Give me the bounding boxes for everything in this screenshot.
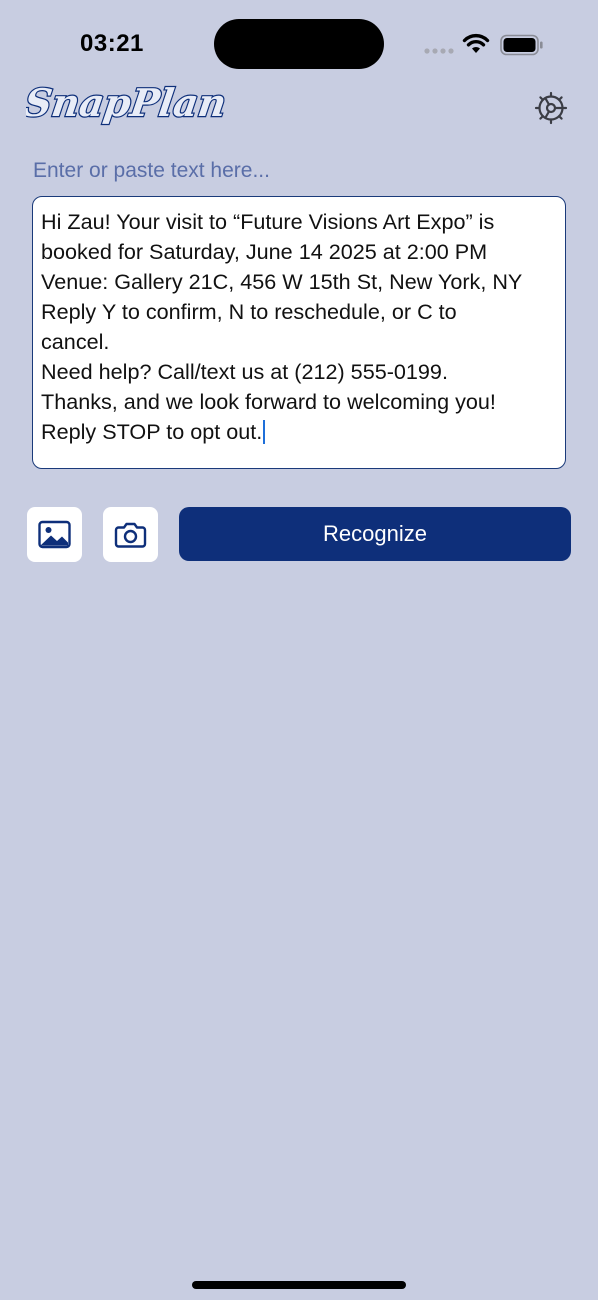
- camera-button[interactable]: [103, 507, 158, 562]
- text-line: Reply Y to confirm, N to reschedule, or …: [41, 299, 457, 324]
- text-line: Venue: Gallery 21C, 456 W 15th St, New Y…: [41, 269, 523, 294]
- text-line: Need help? Call/text us at (212) 555-019…: [41, 359, 448, 384]
- text-cursor: [263, 420, 266, 444]
- text-line-content: Reply STOP to opt out.: [41, 419, 263, 444]
- photo-library-icon: [38, 520, 71, 549]
- input-placeholder-hint: Enter or paste text here...: [33, 159, 270, 182]
- text-line: Hi Zau! Your visit to “Future Visions Ar…: [41, 209, 495, 234]
- text-line: booked for Saturday, June 14 2025 at 2:0…: [41, 239, 488, 264]
- message-text-input[interactable]: Hi Zau! Your visit to “Future Visions Ar…: [32, 196, 566, 469]
- app-header: SnapPlan: [0, 78, 598, 138]
- wifi-icon: [462, 33, 490, 53]
- photo-library-button[interactable]: [27, 507, 82, 562]
- recognize-button[interactable]: Recognize: [179, 507, 571, 561]
- text-line: Thanks, and we look forward to welcoming…: [41, 389, 496, 414]
- svg-text:SnapPlan: SnapPlan: [26, 81, 226, 126]
- status-time: 03:21: [80, 30, 144, 57]
- gear-icon: [534, 91, 568, 125]
- signal-icon: [424, 48, 454, 54]
- battery-icon: [500, 34, 543, 56]
- app-logo: SnapPlan: [26, 80, 226, 127]
- home-indicator[interactable]: [192, 1281, 406, 1289]
- text-line-last: Reply STOP to opt out.: [41, 417, 557, 447]
- camera-icon: [114, 522, 147, 548]
- dynamic-island: [214, 19, 384, 69]
- text-line: cancel.: [41, 329, 110, 354]
- status-bar: 03:21: [0, 0, 598, 90]
- settings-button[interactable]: [533, 90, 569, 126]
